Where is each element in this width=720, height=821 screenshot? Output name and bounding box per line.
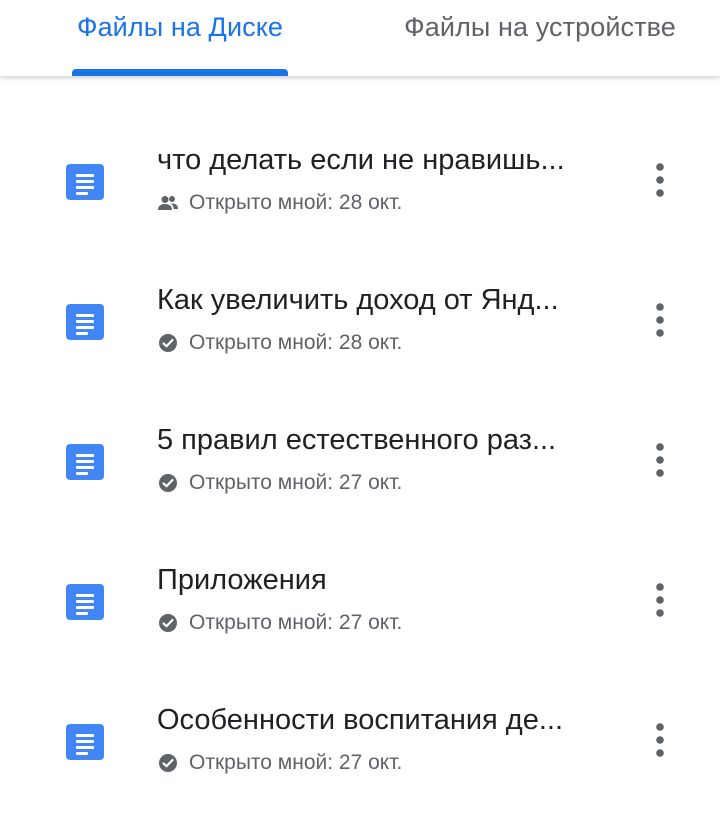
tab-drive-files[interactable]: Файлы на Диске xyxy=(60,0,300,76)
file-meta: Открыто мной: 28 окт. xyxy=(157,188,402,218)
tab-device-files[interactable]: Файлы на устройстве xyxy=(380,0,700,76)
more-vert-icon xyxy=(656,303,664,337)
active-tab-indicator xyxy=(72,69,288,76)
drive-app: Файлы на Диске Файлы на устройстве что д… xyxy=(0,0,720,821)
more-options-button[interactable] xyxy=(636,570,684,630)
tab-drive-files-label: Файлы на Диске xyxy=(76,12,284,42)
more-options-button[interactable] xyxy=(636,710,684,770)
file-row[interactable]: Как увеличить доход от Янд... Открыто мн… xyxy=(0,246,720,386)
file-opened-date: Открыто мной: 28 окт. xyxy=(189,191,403,214)
google-docs-icon xyxy=(66,724,104,760)
check-circle-icon xyxy=(157,332,179,354)
google-docs-icon xyxy=(66,584,104,620)
file-meta: Открыто мной: 28 окт. xyxy=(157,328,402,358)
file-row[interactable]: Приложения Открыто мной: 27 окт. xyxy=(0,526,720,666)
file-row[interactable]: что делать если не нравишь... Открыто мн… xyxy=(0,106,720,246)
file-list: что делать если не нравишь... Открыто мн… xyxy=(0,76,720,806)
file-title: 5 правил естественного раз... xyxy=(157,424,557,456)
more-vert-icon xyxy=(656,583,664,617)
file-meta: Открыто мной: 27 окт. xyxy=(157,468,402,498)
more-vert-icon xyxy=(656,723,664,757)
google-docs-icon xyxy=(66,164,104,200)
tab-device-files-label: Файлы на устройстве xyxy=(404,12,676,42)
file-title: Особенности воспитания де... xyxy=(157,704,564,736)
file-opened-date: Открыто мной: 27 окт. xyxy=(189,751,403,774)
more-options-button[interactable] xyxy=(636,150,684,210)
google-docs-icon xyxy=(66,444,104,480)
shared-people-icon xyxy=(157,192,179,214)
file-title: Как увеличить доход от Янд... xyxy=(157,284,559,316)
file-title: Приложения xyxy=(157,564,327,596)
check-circle-icon xyxy=(157,752,179,774)
more-vert-icon xyxy=(656,443,664,477)
tab-bar: Файлы на Диске Файлы на устройстве xyxy=(0,0,720,76)
file-opened-date: Открыто мной: 27 окт. xyxy=(189,471,403,494)
more-options-button[interactable] xyxy=(636,430,684,490)
file-opened-date: Открыто мной: 28 окт. xyxy=(189,331,403,354)
file-title: что делать если не нравишь... xyxy=(157,144,565,176)
file-row[interactable]: Особенности воспитания де... Открыто мно… xyxy=(0,666,720,806)
file-opened-date: Открыто мной: 27 окт. xyxy=(189,611,403,634)
check-circle-icon xyxy=(157,472,179,494)
file-meta: Открыто мной: 27 окт. xyxy=(157,608,402,638)
file-row[interactable]: 5 правил естественного раз... Открыто мн… xyxy=(0,386,720,526)
check-circle-icon xyxy=(157,612,179,634)
more-options-button[interactable] xyxy=(636,290,684,350)
file-meta: Открыто мной: 27 окт. xyxy=(157,748,402,778)
more-vert-icon xyxy=(656,163,664,197)
google-docs-icon xyxy=(66,304,104,340)
